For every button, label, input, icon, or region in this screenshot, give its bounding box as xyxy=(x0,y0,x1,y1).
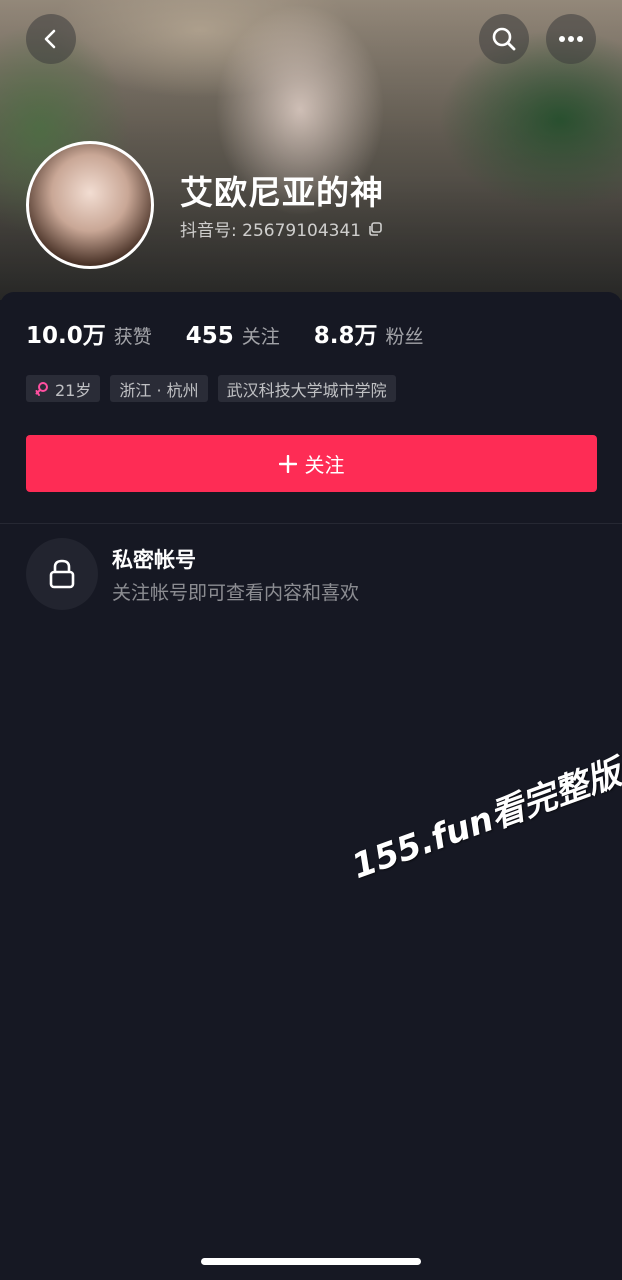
plus-icon xyxy=(278,454,297,473)
stat-followers-label: 粉丝 xyxy=(385,326,424,348)
stat-followers-value: 8.8万 xyxy=(313,323,378,349)
avatar[interactable] xyxy=(26,141,154,269)
more-button[interactable] xyxy=(546,14,596,64)
back-button[interactable] xyxy=(26,14,76,64)
chevron-left-icon xyxy=(44,29,56,49)
lock-icon-container xyxy=(26,538,98,610)
douyin-id-text: 抖音号: 25679104341 xyxy=(180,221,362,241)
divider xyxy=(0,523,622,524)
tag-age: 21岁 xyxy=(26,375,101,402)
search-button[interactable] xyxy=(479,14,529,64)
profile-stats: 10.0万 获赞 455 关注 8.8万 粉丝 xyxy=(26,316,424,350)
stat-following-value: 455 xyxy=(185,323,234,349)
profile-nickname: 艾欧尼亚的神 xyxy=(180,173,384,212)
tag-location-text: 浙江 · 杭州 xyxy=(119,380,199,400)
stat-following-label: 关注 xyxy=(241,326,280,348)
private-account-description: 关注帐号即可查看内容和喜欢 xyxy=(112,582,360,604)
stat-likes[interactable]: 10.0万 获赞 xyxy=(26,316,152,350)
search-icon xyxy=(492,27,516,51)
tag-location: 浙江 · 杭州 xyxy=(110,375,208,402)
follow-button-label: 关注 xyxy=(304,453,345,477)
lock-icon xyxy=(49,559,75,589)
stat-followers[interactable]: 8.8万 粉丝 xyxy=(314,316,424,350)
stat-likes-label: 获赞 xyxy=(113,326,152,348)
copy-icon[interactable] xyxy=(367,221,383,237)
more-dots-icon xyxy=(559,36,583,42)
tag-school-text: 武汉科技大学城市学院 xyxy=(226,380,387,400)
profile-tags: 21岁 浙江 · 杭州 武汉科技大学城市学院 xyxy=(26,375,396,402)
home-indicator xyxy=(201,1258,421,1265)
tag-age-text: 21岁 xyxy=(55,380,92,400)
female-icon xyxy=(35,381,48,396)
douyin-id: 抖音号: 25679104341 xyxy=(180,216,383,241)
stat-following[interactable]: 455 关注 xyxy=(186,322,280,349)
tag-school: 武汉科技大学城市学院 xyxy=(217,375,396,402)
stat-likes-value: 10.0万 xyxy=(26,323,106,349)
private-account-title: 私密帐号 xyxy=(112,548,196,572)
follow-button[interactable]: 关注 xyxy=(26,435,597,492)
